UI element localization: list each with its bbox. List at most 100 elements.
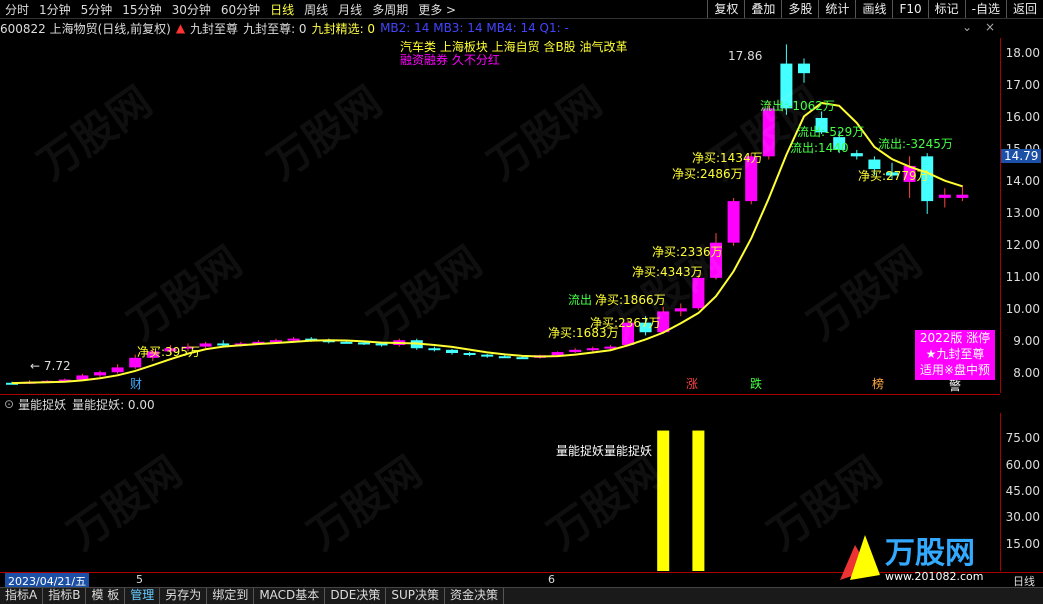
up-arrow-icon: ▲ — [175, 21, 186, 35]
tab-5[interactable]: 60分钟 — [216, 1, 265, 18]
signal-bar — [657, 430, 670, 571]
tab-0[interactable]: 分时 — [0, 1, 34, 18]
candle-body — [938, 194, 951, 198]
tab-10[interactable]: 更多 > — [413, 1, 461, 18]
badge-line-2: ★九封至尊 — [925, 347, 985, 361]
price-tick: 14.00 — [1005, 173, 1040, 188]
signal-bar — [692, 430, 705, 571]
marker-die: 跌 — [750, 376, 762, 391]
sub-tick: 15.00 — [1005, 536, 1040, 551]
concept-tags: 汽车类 上海板块 上海自贸 含B股 油气改革 — [400, 39, 628, 54]
candle-body — [129, 357, 142, 368]
candle-body — [199, 343, 212, 347]
candle-body — [375, 343, 388, 346]
toolbar-button-6[interactable]: 标记 — [927, 0, 965, 18]
flow-label: 净买:4343万 — [632, 265, 703, 279]
candle-body — [692, 277, 705, 309]
candle-body — [111, 367, 124, 373]
candle-body — [727, 201, 740, 243]
bottom-tab-3[interactable]: 管理 — [125, 588, 161, 604]
toolbar-button-5[interactable]: F10 — [892, 0, 927, 18]
tab-1[interactable]: 1分钟 — [34, 1, 76, 18]
tab-4[interactable]: 30分钟 — [167, 1, 216, 18]
flow-label: 净买:2336万 — [652, 245, 723, 259]
toolbar-button-7[interactable]: -自选 — [964, 0, 1006, 18]
logo-text: 万股网 — [885, 536, 975, 571]
sub-indicator-name[interactable]: 量能捉妖 — [18, 396, 66, 413]
low-price-label: ← 7.72 — [30, 359, 71, 373]
candle-body — [762, 108, 775, 157]
toolbar-right: 复权 叠加 多股 统计 画线 F10 标记 -自选 返回 — [707, 0, 1043, 18]
flow-label: 流出:-3245万 — [878, 137, 953, 151]
bottom-tab-5[interactable]: 绑定到 — [207, 588, 255, 604]
price-tick: 10.00 — [1005, 301, 1040, 316]
chevron-down-icon[interactable]: ⌄ — [962, 20, 972, 34]
close-icon[interactable]: × — [985, 20, 995, 34]
price-axis: 18.0017.0016.0015.0014.0013.0012.0011.00… — [1000, 38, 1043, 393]
price-tick: 18.00 — [1005, 45, 1040, 60]
candle-body — [516, 357, 529, 360]
candle-body — [956, 194, 969, 198]
candle-body — [850, 153, 863, 157]
marker-cai: 财 — [130, 377, 142, 391]
price-tick: 11.00 — [1005, 269, 1040, 284]
candle-body — [358, 342, 370, 345]
sub-tick: 45.00 — [1005, 484, 1040, 498]
price-tick: 9.00 — [1013, 333, 1040, 348]
sub-indicator-value: 量能捉妖: 0.00 — [72, 397, 155, 412]
toolbar-button-4[interactable]: 画线 — [855, 0, 892, 18]
logo-url: www.201082.com — [885, 570, 983, 583]
tab-9[interactable]: 多周期 — [367, 1, 413, 18]
flow-label: 净买:395万 — [137, 345, 200, 359]
watermark-logo: 万股网 www.201082.com — [830, 525, 1010, 585]
candle-body — [287, 338, 300, 341]
candle-body — [340, 341, 353, 344]
bottom-tab-0[interactable]: 指标A — [0, 588, 44, 604]
bottom-tab-7[interactable]: DDE决策 — [325, 588, 387, 604]
candle-body — [94, 372, 106, 376]
candle-body — [868, 159, 881, 170]
candle-body — [569, 349, 582, 353]
flow-label: 流出:-1062万 — [760, 99, 835, 113]
sub-tick: 75.00 — [1005, 431, 1040, 446]
tab-8[interactable]: 月线 — [333, 1, 367, 18]
toolbar-button-8[interactable]: 返回 — [1005, 0, 1043, 18]
price-chart[interactable]: 汽车类 上海板块 上海自贸 含B股 油气改革 融资融券 久不分红 17.86 ← 7.… — [0, 38, 1000, 393]
collapse-icon[interactable]: ⊙ — [0, 397, 18, 411]
indicator-value-1: 九封至尊: 0 — [243, 21, 307, 36]
price-tick: 17.00 — [1005, 77, 1040, 92]
flow-label: 流出 — [568, 293, 592, 307]
logo-graphic: 万股网 www.201082.com — [840, 535, 983, 583]
tab-7[interactable]: 周线 — [299, 1, 333, 18]
sub-tick: 30.00 — [1005, 510, 1040, 525]
toolbar-button-1[interactable]: 叠加 — [744, 0, 781, 18]
candle-body — [798, 63, 810, 74]
flow-label: 流出:1440 — [790, 141, 849, 155]
bottom-tab-6[interactable]: MACD基本 — [254, 588, 326, 604]
candle-body — [463, 353, 476, 356]
bottom-tab-8[interactable]: SUP决策 — [386, 588, 446, 604]
toolbar-button-3[interactable]: 统计 — [818, 0, 855, 18]
tab-3[interactable]: 15分钟 — [117, 1, 166, 18]
flow-label: 净买:1683万 — [548, 326, 619, 340]
date-mark-5: 5 — [136, 573, 143, 586]
price-tick: 13.00 — [1005, 205, 1040, 220]
toolbar-button-2[interactable]: 多股 — [781, 0, 818, 18]
bottom-tab-9[interactable]: 资金决策 — [445, 588, 505, 604]
bottom-tab-1[interactable]: 指标B — [43, 588, 87, 604]
tab-2[interactable]: 5分钟 — [76, 1, 118, 18]
bottom-tab-4[interactable]: 另存为 — [160, 588, 208, 604]
toolbar-button-0[interactable]: 复权 — [707, 0, 744, 18]
candle-body — [498, 356, 511, 359]
marker-zhang: 涨 — [686, 376, 698, 391]
flow-label: 净买:1434万 — [692, 151, 763, 165]
sub-tick: 60.00 — [1005, 457, 1040, 472]
indicator-name[interactable]: 九封至尊 — [190, 20, 238, 37]
bottom-tab-2[interactable]: 模 板 — [86, 588, 126, 604]
candle-body — [586, 348, 599, 351]
tab-6[interactable]: 日线 — [265, 1, 299, 18]
badge-line-3: 适用※盘中预警 — [919, 363, 991, 393]
indicator-mb: MB2: 14 MB3: 14 MB4: 14 Q1: - — [380, 21, 569, 35]
sub-indicator-header: ⊙ 量能捉妖 量能捉妖: 0.00 — [0, 394, 1000, 413]
candle-body — [446, 349, 458, 354]
